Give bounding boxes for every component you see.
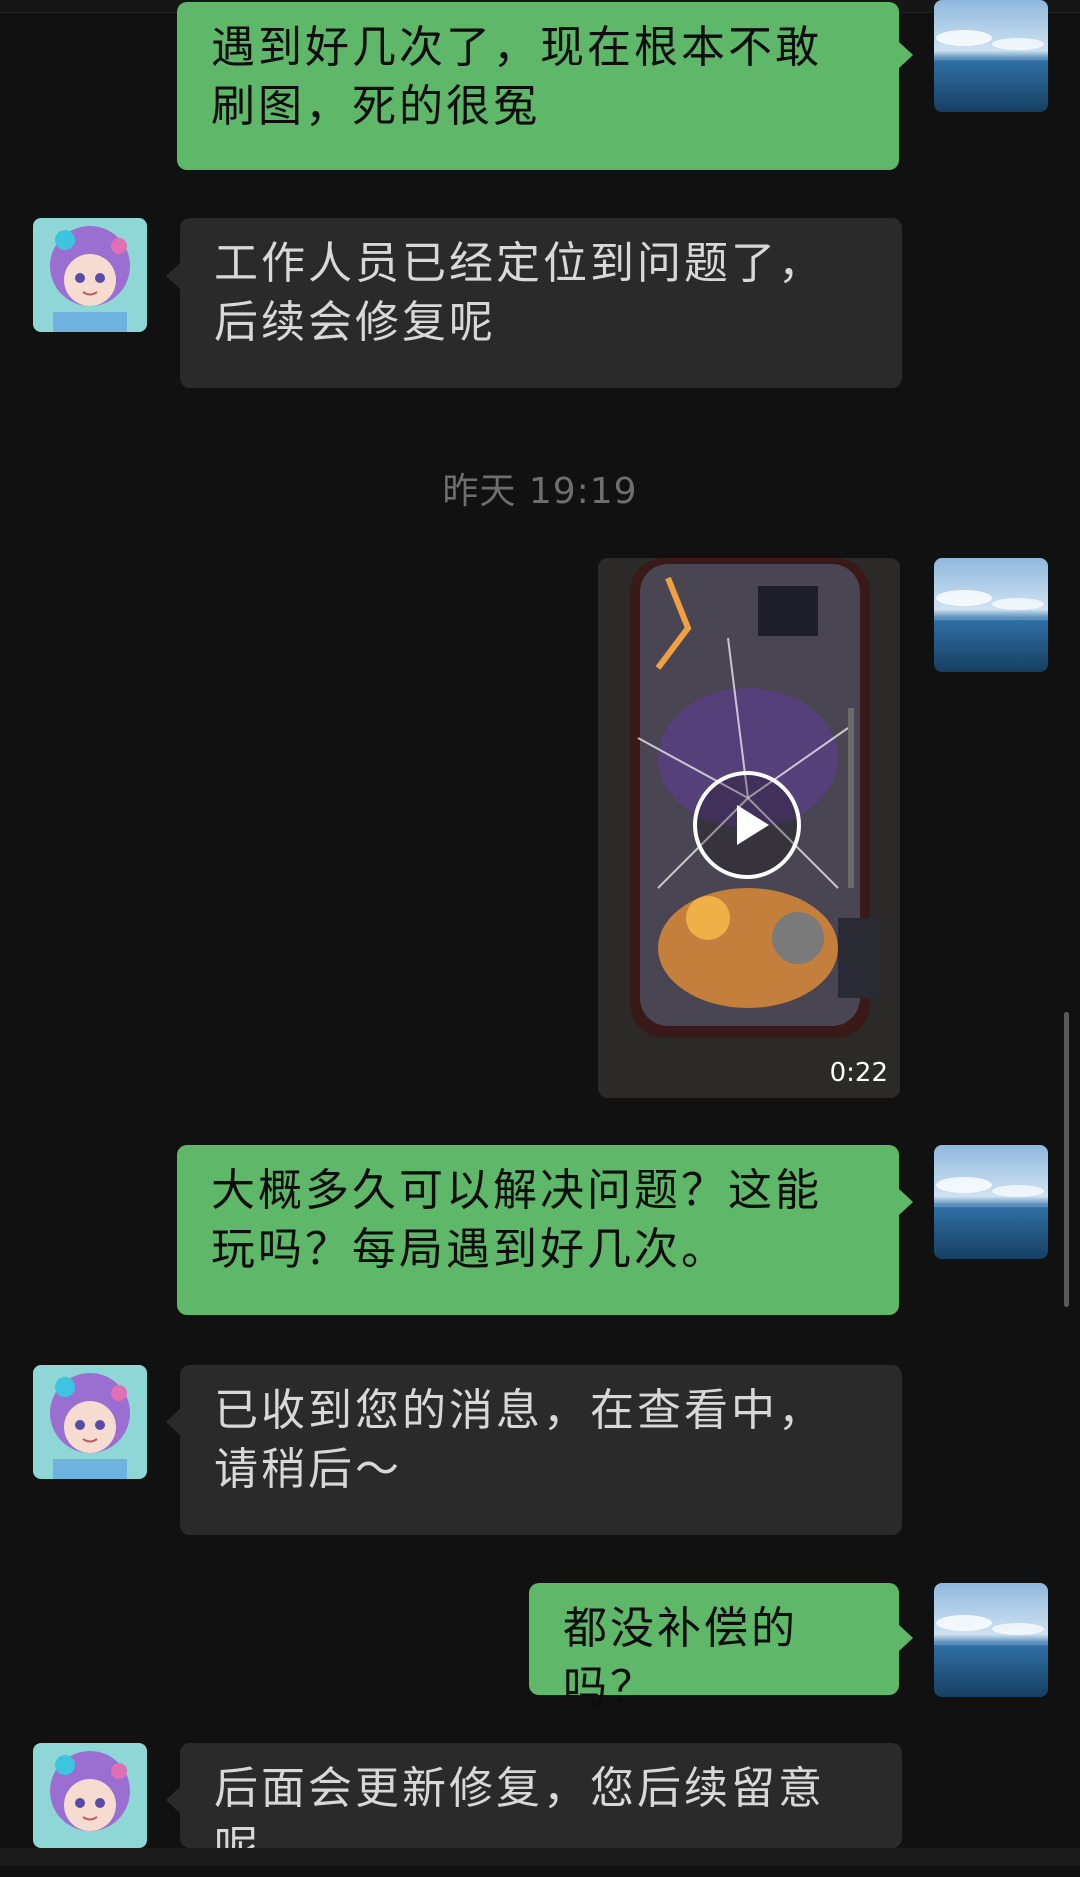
self-avatar[interactable] xyxy=(934,1145,1048,1259)
self-message-bubble[interactable]: 都没补偿的吗？ xyxy=(529,1583,899,1713)
message-text: 都没补偿的吗？ xyxy=(563,1603,798,1713)
contact-avatar[interactable] xyxy=(33,1365,147,1479)
message-text: 大概多久可以解决问题？这能玩吗？每局遇到好几次。 xyxy=(211,1165,822,1275)
anime-girl-avatar-icon xyxy=(33,1365,147,1479)
scrollbar[interactable] xyxy=(1064,1012,1069,1307)
chat-timestamp: 昨天 19:19 xyxy=(442,471,638,512)
video-message[interactable]: 0:22 xyxy=(598,558,900,1098)
anime-girl-avatar-icon xyxy=(33,218,147,332)
play-icon[interactable] xyxy=(693,771,801,879)
anime-girl-avatar-icon xyxy=(33,1743,147,1848)
self-message-bubble[interactable]: 遇到好几次了，现在根本不敢刷图，死的很冤 xyxy=(177,2,899,170)
self-avatar[interactable] xyxy=(934,1583,1048,1697)
ocean-sky-avatar-icon xyxy=(934,558,1048,672)
contact-message-bubble[interactable]: 后面会更新修复，您后续留意呢 xyxy=(180,1743,902,1873)
ocean-sky-avatar-icon xyxy=(934,1145,1048,1259)
bubble-tail xyxy=(899,1625,913,1651)
bottom-edge xyxy=(0,1848,1080,1866)
self-avatar[interactable] xyxy=(934,558,1048,672)
self-avatar[interactable] xyxy=(934,0,1048,112)
bubble-tail xyxy=(166,1409,180,1435)
message-text: 遇到好几次了，现在根本不敢刷图，死的很冤 xyxy=(211,22,822,132)
contact-avatar[interactable] xyxy=(33,218,147,332)
contact-avatar[interactable] xyxy=(33,1743,147,1848)
bubble-tail xyxy=(166,1787,180,1813)
self-message-bubble[interactable]: 大概多久可以解决问题？这能玩吗？每局遇到好几次。 xyxy=(177,1145,899,1315)
ocean-sky-avatar-icon xyxy=(934,1583,1048,1697)
contact-message-bubble[interactable]: 已收到您的消息，在查看中，请稍后～ xyxy=(180,1365,902,1535)
video-duration: 0:22 xyxy=(829,1058,888,1088)
bubble-tail xyxy=(899,1189,913,1215)
contact-message-bubble[interactable]: 工作人员已经定位到问题了，后续会修复呢 xyxy=(180,218,902,388)
ocean-sky-avatar-icon xyxy=(934,0,1048,112)
bubble-tail xyxy=(166,263,180,289)
message-text: 已收到您的消息，在查看中，请稍后～ xyxy=(214,1385,825,1495)
bubble-tail xyxy=(899,42,913,68)
message-text: 工作人员已经定位到问题了，后续会修复呢 xyxy=(214,238,825,348)
